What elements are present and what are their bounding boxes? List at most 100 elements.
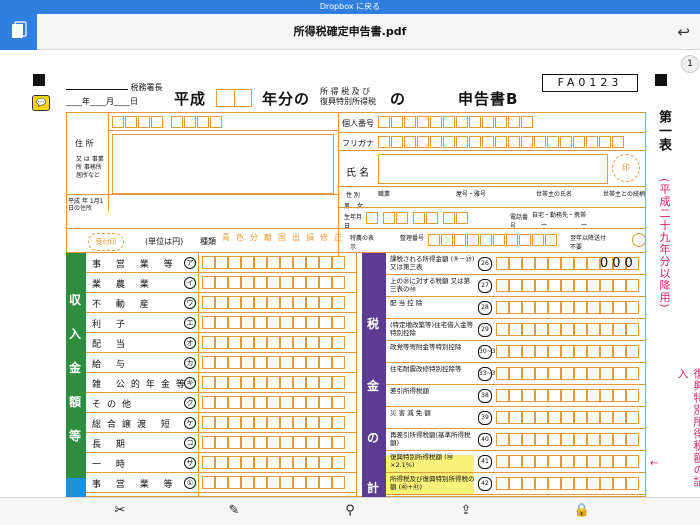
phone-note: 自宅・勤務先・携帯	[532, 212, 587, 219]
tax-row-label: 住宅耐震改修特別控除等	[390, 365, 462, 373]
tax-amount-input[interactable]	[496, 301, 639, 314]
tax-amount-input[interactable]	[496, 411, 639, 424]
tax-row-mark: 30~32	[478, 345, 499, 359]
pdf-toolbar: 所得税確定申告書.pdf ↩	[0, 14, 700, 50]
trade-name-label: 屋号・雅号	[456, 191, 487, 198]
income-row-label: 給 与	[92, 360, 131, 370]
back-to-dropbox-banner[interactable]: Dropbox に戻る	[0, 0, 700, 14]
seiri-input[interactable]	[428, 234, 558, 246]
postal-code-input[interactable]	[112, 116, 223, 128]
income-amount-input[interactable]	[202, 476, 345, 489]
lock-icon[interactable]: 🔒	[572, 503, 592, 518]
kind-box[interactable]: 離	[264, 232, 278, 243]
annotate-icon[interactable]: ✎	[224, 503, 244, 518]
special-label: 特農の表示	[350, 235, 375, 251]
income-row-label: 長 期	[92, 440, 131, 450]
tax-row: 差引所得税額 38	[386, 385, 646, 407]
income-amount-input[interactable]	[202, 256, 345, 269]
income-amount-input[interactable]	[202, 436, 345, 449]
income-row-mark: ケ	[184, 417, 196, 429]
date-fields: ____年____月____日	[66, 97, 138, 106]
kind-label: 種類	[200, 237, 216, 246]
income-row-mark: ①	[184, 477, 196, 489]
period-note: (平成二十九年分以降用)	[658, 178, 671, 309]
name-label: 氏 名	[346, 168, 370, 179]
tax-row-mark: 26	[478, 257, 492, 271]
kind-box[interactable]: 色	[236, 232, 250, 243]
income-amount-input[interactable]	[202, 336, 345, 349]
sex-female[interactable]: 女	[357, 201, 363, 210]
furigana-input[interactable]	[378, 136, 625, 148]
comment-annotation-icon[interactable]: 💬	[32, 95, 50, 111]
tax-row-label: 所得税及び復興特別所得税の額 (㊵+㊶)	[390, 475, 475, 491]
tax-amount-input[interactable]	[496, 455, 639, 468]
kind-box[interactable]: 青	[222, 232, 236, 243]
income-row: 配 当オ	[86, 333, 356, 353]
year-suffix: 年分の	[262, 90, 311, 108]
income-amount-input[interactable]	[202, 396, 345, 409]
sex-male[interactable]: 男	[344, 201, 350, 210]
income-row-label: 一 時	[92, 460, 131, 470]
birth-input[interactable]	[366, 212, 469, 224]
income-amount-input[interactable]	[202, 276, 345, 289]
income-row-mark: ア	[184, 257, 196, 269]
personal-number-input[interactable]	[378, 116, 534, 128]
income-amount-input[interactable]	[202, 356, 345, 369]
kind-box[interactable]: 分	[250, 232, 264, 243]
reconstruction-note: 復興特別所得税額の記入	[676, 368, 700, 488]
address-input[interactable]	[112, 134, 334, 194]
income-row: 総合譲渡 短 期ケ	[86, 413, 356, 433]
tax-row: 再差引所得税額(基準所得税額) 40	[386, 429, 646, 451]
income-row-label: 事 営 業 等	[92, 260, 179, 270]
tax-amount-input[interactable]	[496, 367, 639, 380]
form-name: 申告書B	[458, 90, 519, 108]
undo-arrow-icon[interactable]: ↩	[677, 23, 690, 41]
kind-box[interactable]: 正	[334, 232, 348, 243]
income-amount-input[interactable]	[202, 316, 345, 329]
tax-amount-input[interactable]	[496, 279, 639, 292]
tax-amount-input[interactable]	[496, 323, 639, 336]
tax-row: 上の㉖に対する税額 又は第三表の㊻ 27	[386, 275, 646, 297]
bottom-toolbar: ✂ ✎ ⚲ ⇪ 🔒	[0, 497, 700, 525]
tax-row-label: 上の㉖に対する税額 又は第三表の㊻	[390, 277, 471, 293]
year-input[interactable]	[216, 89, 252, 107]
tax-row: (特定増改築等)住宅借入金等特別控除 29	[386, 319, 646, 341]
income-row: 業 農 業イ	[86, 273, 356, 293]
tax-row: 政党等寄附金等特別控除 30~32	[386, 341, 646, 363]
tax-row-mark: 33~37	[478, 367, 499, 381]
tax-amount-input[interactable]	[496, 433, 639, 446]
income-amount-input[interactable]	[202, 296, 345, 309]
tax-amount-input[interactable]	[496, 389, 639, 402]
tax-row-mark: 40	[478, 433, 492, 447]
next-year-label: 翌年以降送付不要	[570, 235, 607, 251]
kind-box[interactable]: 出	[292, 232, 306, 243]
tax-amount-input[interactable]	[496, 477, 639, 490]
tax-row: 復興特別所得税額 (㊵×2.1%) 41	[386, 451, 646, 473]
export-icon[interactable]: ✂	[110, 503, 130, 518]
income-row: 利 子エ	[86, 313, 356, 333]
name-input[interactable]	[378, 154, 608, 184]
next-year-checkbox[interactable]	[632, 233, 646, 247]
tax-row-mark: 38	[478, 389, 492, 403]
page-number-badge[interactable]: 1	[681, 55, 699, 73]
search-icon[interactable]: ⚲	[340, 503, 360, 518]
income-amount-input[interactable]	[202, 456, 345, 469]
kind-box[interactable]: 修	[320, 232, 334, 243]
income-row-label: 雑 公的年金等	[92, 380, 191, 390]
income-amount-input[interactable]	[202, 376, 345, 389]
kind-box[interactable]: 国	[278, 232, 292, 243]
heisei-label: 平成	[174, 90, 207, 108]
kind-box[interactable]: 損	[306, 232, 320, 243]
income-row: 長 期コ	[86, 433, 356, 453]
tax-amount-input[interactable]	[496, 345, 639, 358]
tax-row-mark: 41	[478, 455, 492, 469]
income-row-mark: サ	[184, 457, 196, 469]
furigana-label: フリガナ	[342, 139, 374, 148]
income-amount-input[interactable]	[202, 416, 345, 429]
share-icon[interactable]: ⇪	[456, 503, 476, 518]
jan1-address-label: 平成 年 1月1日の住所	[68, 198, 104, 212]
tax-section-bar: 税 金 の 計	[362, 253, 386, 497]
income-row-label: 事 営 業 等	[92, 480, 179, 490]
tax-row-label: 再差引所得税額(基準所得税額)	[390, 431, 471, 447]
seiri-label: 整理番号	[400, 235, 425, 242]
